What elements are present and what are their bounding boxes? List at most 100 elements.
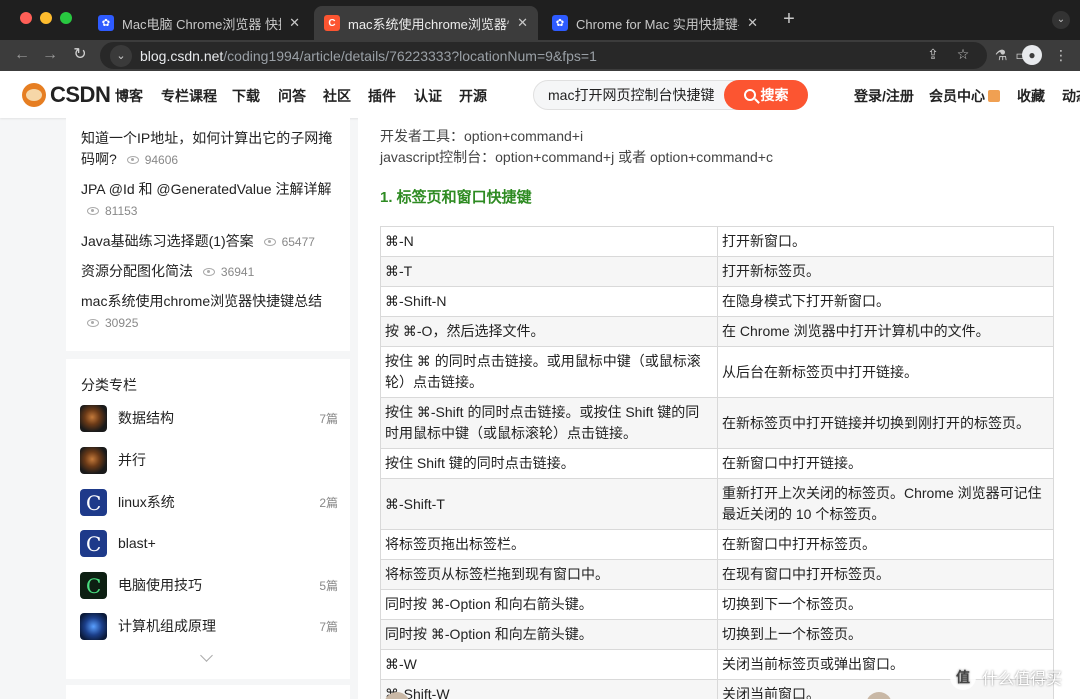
nav-opensource[interactable]: 开源: [459, 86, 487, 106]
site-info-icon[interactable]: ⌄: [110, 44, 132, 67]
category-count: 7篇: [319, 619, 338, 634]
category-name: 并行: [118, 452, 146, 468]
favorites-link[interactable]: 收藏: [1017, 86, 1045, 106]
category-item[interactable]: 并行: [80, 446, 338, 474]
category-thumbnail: [80, 446, 107, 474]
category-item[interactable]: 电脑使用技巧 5篇: [80, 571, 338, 599]
shortcut-row: 按住 ⌘ 的同时点击链接。或用鼠标中键（或鼠标滚轮）点击链接。 从后台在新标签页中…: [380, 346, 1054, 398]
hot-article-item[interactable]: mac系统使用chrome浏览器快捷键总结 30925: [81, 291, 341, 334]
site-search: 搜索: [533, 80, 808, 110]
logo-text: CSDN: [50, 82, 111, 107]
url-path: /coding1994/article/details/76223333?loc…: [223, 47, 597, 64]
close-icon[interactable]: ✕: [289, 15, 300, 31]
search-button[interactable]: 搜索: [724, 80, 808, 110]
category-name: blast+: [118, 535, 156, 551]
shortcut-row: 将标签页从标签栏拖到现有窗口中。 在现有窗口中打开标签页。: [380, 559, 1054, 590]
nav-community[interactable]: 社区: [323, 86, 351, 106]
category-thumbnail: [80, 404, 107, 432]
eye-icon: [126, 156, 139, 164]
shortcut-row: 按住 ⌘-Shift 的同时点击链接。或按住 Shift 键的同时用鼠标中键（或…: [380, 397, 1054, 449]
shortcut-row: ⌘-Shift-N 在隐身模式下打开新窗口。: [380, 286, 1054, 317]
shortcut-desc-cell: 打开新标签页。: [717, 256, 1054, 287]
category-name: 电脑使用技巧: [118, 577, 202, 593]
url-host: blog.csdn.net: [140, 47, 224, 64]
hot-article-title: 知道一个IP地址，如何计算出它的子网掩码啊?: [81, 130, 333, 167]
shortcut-row: 按 ⌘-O，然后选择文件。在 Chrome 浏览器中打开计算机中的文件。: [380, 316, 1054, 347]
tab-chrome-for-mac[interactable]: ✿ Chrome for Mac 实用快捷键-百 ✕: [542, 6, 768, 40]
new-tab-button[interactable]: +: [778, 9, 800, 31]
baidu-paw-icon: ✿: [552, 15, 568, 31]
close-icon[interactable]: ✕: [517, 15, 528, 31]
shortcut-key-cell: 同时按 ⌘-Option 和向右箭头键。: [380, 589, 718, 620]
shortcut-row: 将标签页拖出标签栏。 在新窗口中打开标签页。: [380, 529, 1054, 560]
nav-courses[interactable]: 专栏课程: [161, 86, 217, 106]
search-input[interactable]: [548, 85, 718, 105]
hot-article-item[interactable]: JPA @Id 和 @GeneratedValue 注解详解 81153: [81, 179, 341, 222]
shortcut-key-cell: 按住 ⌘-Shift 的同时点击链接。或按住 Shift 键的同时用鼠标中键（或…: [380, 397, 718, 449]
bookmark-star-icon[interactable]: ☆: [952, 43, 974, 65]
member-center-label: 会员中心: [929, 88, 985, 104]
window-minimize-button[interactable]: [40, 12, 52, 24]
window-zoom-button[interactable]: [60, 12, 72, 24]
back-icon[interactable]: ←: [12, 45, 32, 65]
category-item[interactable]: linux系统 2篇: [80, 488, 338, 516]
hot-article-item[interactable]: Java基础练习选择题(1)答案 65477: [81, 231, 341, 253]
category-item[interactable]: blast+: [80, 529, 338, 557]
dynamic-link[interactable]: 动态: [1062, 86, 1080, 106]
shortcut-desc-cell: 切换到下一个标签页。: [717, 589, 1054, 620]
author-avatar[interactable]: [384, 692, 410, 699]
hot-article-title: mac系统使用chrome浏览器快捷键总结: [81, 293, 323, 309]
tab-csdn-article[interactable]: C mac系统使用chrome浏览器快捷 ✕: [314, 6, 538, 40]
chevron-down-icon[interactable]: [200, 649, 213, 662]
shortcut-row: 按住 Shift 键的同时点击链接。 在新窗口中打开链接。: [380, 448, 1054, 479]
commenter-avatar[interactable]: [866, 692, 892, 699]
tab-search-icon[interactable]: ⌄: [1052, 11, 1070, 29]
csdn-logo[interactable]: CSDN: [22, 82, 111, 108]
nav-plugins[interactable]: 插件: [368, 86, 396, 106]
category-item[interactable]: 计算机组成原理 7篇: [80, 612, 338, 640]
shortcut-key-cell: 按住 Shift 键的同时点击链接。: [380, 448, 718, 479]
member-center-link[interactable]: 会员中心: [929, 86, 1000, 106]
shortcut-row: 同时按 ⌘-Option 和向左箭头键。 切换到上一个标签页。: [380, 619, 1054, 650]
view-count: 65477: [263, 235, 315, 249]
shortcut-desc-cell: 打开新窗口。: [717, 226, 1054, 257]
sidebar-card-next: [66, 685, 350, 699]
profile-avatar-icon[interactable]: ●: [1022, 45, 1042, 65]
tab-title: mac系统使用chrome浏览器快捷: [348, 16, 509, 32]
shortcut-key-cell: 将标签页从标签栏拖到现有窗口中。: [380, 559, 718, 590]
category-item[interactable]: 数据结构 7篇: [80, 404, 338, 432]
shortcut-row: ⌘-Shift-T 重新打开上次关闭的标签页。Chrome 浏览器可记住最近关闭的…: [380, 478, 1054, 530]
shortcut-row: 同时按 ⌘-Option 和向右箭头键。 切换到下一个标签页。: [380, 589, 1054, 620]
close-icon[interactable]: ✕: [747, 15, 758, 31]
devtools-shortcut-line: 开发者工具：option+command+i: [380, 128, 584, 144]
gift-icon: [988, 90, 1000, 102]
nav-certification[interactable]: 认证: [414, 86, 442, 106]
shortcut-key-cell: ⌘-W: [380, 649, 718, 680]
nav-download[interactable]: 下载: [232, 86, 260, 106]
forward-icon[interactable]: →: [40, 45, 60, 65]
nav-blog[interactable]: 博客: [115, 86, 143, 106]
category-thumbnail: [80, 529, 107, 557]
category-thumbnail: [80, 571, 107, 599]
baidu-paw-icon: ✿: [98, 15, 114, 31]
hot-article-title: Java基础练习选择题(1)答案: [81, 233, 254, 249]
reload-icon[interactable]: ↻: [70, 45, 90, 65]
share-icon[interactable]: ⇪: [922, 43, 944, 65]
browser-toolbar: ← → ↻ ⌄ blog.csdn.net/coding1994/article…: [0, 40, 1080, 71]
hot-article-item[interactable]: 资源分配图化简法 36941: [81, 261, 341, 283]
tab-title: Chrome for Mac 实用快捷键-百: [576, 16, 740, 32]
smzdm-logo-icon: 值: [950, 664, 976, 690]
search-button-label: 搜索: [760, 87, 789, 103]
menu-kebab-icon[interactable]: ⋮: [1050, 44, 1072, 66]
shortcut-desc-cell: 重新打开上次关闭的标签页。Chrome 浏览器可记住最近关闭的 10 个标签页。: [717, 478, 1054, 530]
hot-article-item[interactable]: 知道一个IP地址，如何计算出它的子网掩码啊? 94606: [81, 128, 341, 171]
category-thumbnail: [80, 488, 107, 516]
tab-mac-chrome-shortcuts[interactable]: ✿ Mac电脑 Chrome浏览器 快捷键 ✕: [88, 6, 310, 40]
hot-articles-card: 知道一个IP地址，如何计算出它的子网掩码啊? 94606 JPA @Id 和 @…: [66, 118, 350, 351]
extension-flask-icon[interactable]: ⚗: [990, 44, 1012, 66]
category-name: 数据结构: [118, 410, 174, 426]
window-close-button[interactable]: [20, 12, 32, 24]
login-link[interactable]: 登录/注册: [854, 86, 914, 106]
address-bar[interactable]: ⌄ blog.csdn.net/coding1994/article/detai…: [100, 42, 987, 69]
nav-qa[interactable]: 问答: [278, 86, 306, 106]
